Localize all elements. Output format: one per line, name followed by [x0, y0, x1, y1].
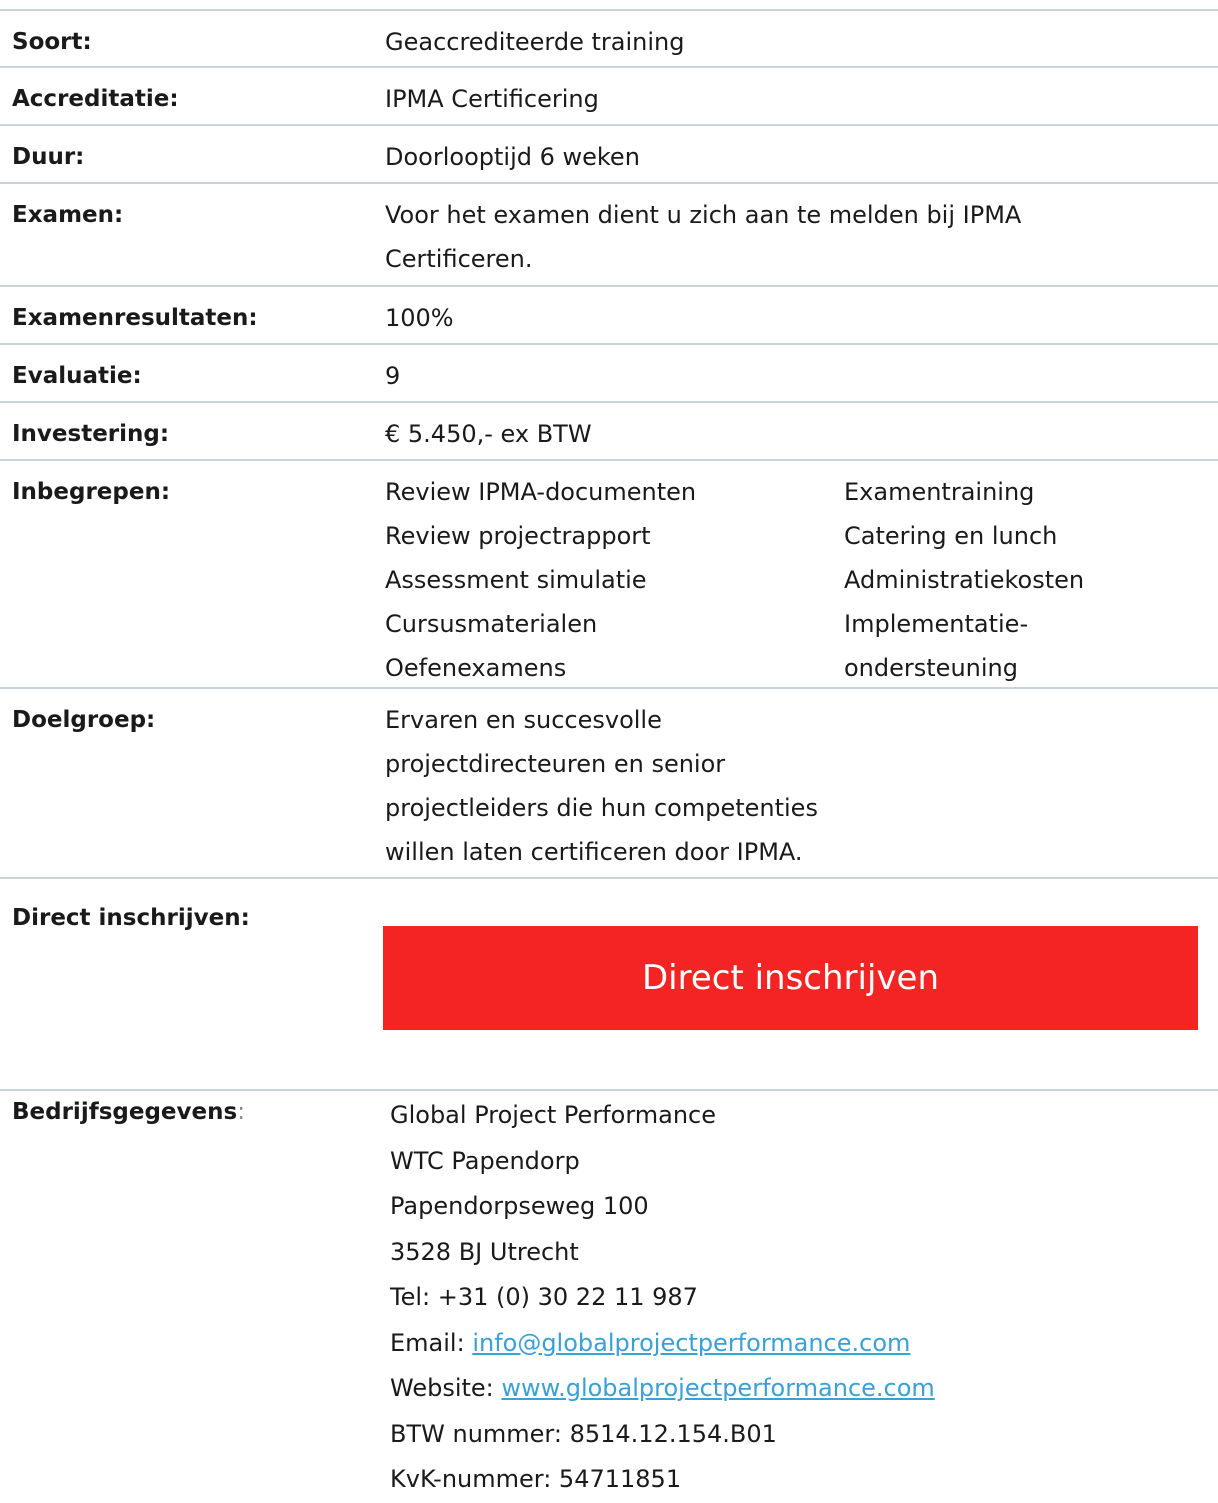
- value-line: Ervaren en succesvolle: [385, 706, 662, 734]
- direct-inschrijven-button[interactable]: Direct inschrijven: [383, 926, 1198, 1030]
- company-name: Global Project Performance: [390, 1101, 717, 1129]
- included-items: Review IPMA-documenten Review projectrap…: [373, 461, 1204, 687]
- company-btw: BTW nummer: 8514.12.154.B01: [390, 1419, 777, 1448]
- included-column-1: Review IPMA-documenten Review projectrap…: [385, 470, 844, 683]
- row-label: Evaluatie:: [12, 363, 142, 389]
- detail-row-inbegrepen: Inbegrepen: Review IPMA-documenten Revie…: [0, 461, 1218, 689]
- value-line: projectdirecteuren en senior: [385, 750, 726, 778]
- list-item: Review IPMA-documenten: [385, 478, 697, 506]
- value-line: Voor het examen dient u zich aan te meld…: [385, 201, 1022, 229]
- list-item: Catering en lunch: [844, 522, 1058, 550]
- value-line: willen laten certificeren door IPMA.: [385, 838, 803, 866]
- company-city: 3528 BJ Utrecht: [390, 1237, 579, 1266]
- company-website-line: Website: www.globalprojectperformance.co…: [390, 1366, 935, 1412]
- row-value: Doorlooptijd 6 weken: [385, 143, 640, 171]
- detail-row-doelgroep: Doelgroep: Ervaren en succesvolle projec…: [0, 689, 1218, 879]
- detail-row-examenresultaten: Examenresultaten: 100%: [0, 287, 1218, 345]
- row-label: Investering:: [12, 421, 170, 447]
- company-street: Papendorpseweg 100: [390, 1192, 649, 1220]
- list-item: Examentraining: [844, 478, 1035, 506]
- company-label-colon: :: [237, 1099, 245, 1125]
- section-divider: [0, 1089, 1218, 1091]
- detail-row-accreditatie: Accreditatie: IPMA Certificering: [0, 68, 1218, 126]
- detail-row-duur: Duur: Doorlooptijd 6 weken: [0, 126, 1218, 184]
- list-item: Cursusmaterialen: [385, 610, 598, 638]
- row-label: Soort:: [12, 29, 92, 55]
- company-email-line: Email: info@globalprojectperformance.com: [390, 1321, 935, 1367]
- list-item: Implementatie-: [844, 610, 1029, 638]
- row-value: 9: [385, 362, 401, 390]
- value-line: projectleiders die hun competenties: [385, 794, 818, 822]
- company-details: Global Project Performance WTC Papendorp…: [390, 1093, 935, 1503]
- row-label: Duur:: [12, 144, 85, 170]
- row-label: Inbegrepen:: [12, 479, 171, 505]
- list-item: ondersteuning: [844, 654, 1018, 682]
- list-item: Administratiekosten: [844, 566, 1085, 594]
- detail-row-investering: Investering: € 5.450,- ex BTW: [0, 403, 1218, 461]
- row-value: Voor het examen dient u zich aan te meld…: [373, 184, 1021, 285]
- included-column-2: Examentraining Catering en lunch Adminis…: [844, 470, 1204, 683]
- row-label: Accreditatie:: [12, 86, 179, 112]
- row-value: € 5.450,- ex BTW: [385, 420, 592, 448]
- company-label-text: Bedrijfsgegevens: [12, 1099, 238, 1125]
- value-line: Certificeren.: [385, 245, 533, 273]
- row-label: Examenresultaten:: [12, 305, 258, 331]
- email-link[interactable]: info@globalprojectperformance.com: [472, 1329, 910, 1357]
- website-link[interactable]: www.globalprojectperformance.com: [501, 1374, 934, 1402]
- direct-inschrijven-label: Direct inschrijven:: [12, 905, 250, 931]
- training-details-table: Soort: Geaccrediteerde training Accredit…: [0, 9, 1218, 879]
- website-prefix: Website:: [390, 1374, 502, 1402]
- company-kvk: KvK-nummer: 54711851: [390, 1465, 682, 1493]
- detail-row-soort: Soort: Geaccrediteerde training: [0, 11, 1218, 68]
- detail-row-evaluatie: Evaluatie: 9: [0, 345, 1218, 403]
- row-value: Geaccrediteerde training: [385, 28, 685, 56]
- detail-row-examen: Examen: Voor het examen dient u zich aan…: [0, 184, 1218, 287]
- list-item: Review projectrapport: [385, 522, 651, 550]
- row-value: Ervaren en succesvolle projectdirecteure…: [373, 689, 840, 877]
- company-phone: Tel: +31 (0) 30 22 11 987: [390, 1283, 698, 1311]
- list-item: Oefenexamens: [385, 654, 567, 682]
- company-details-label: Bedrijfsgegevens:: [12, 1095, 245, 1129]
- row-value: 100%: [385, 304, 454, 332]
- row-label: Doelgroep:: [12, 707, 156, 733]
- company-building: WTC Papendorp: [390, 1146, 580, 1175]
- row-label: Examen:: [12, 202, 124, 228]
- email-prefix: Email:: [390, 1328, 473, 1357]
- list-item: Assessment simulatie: [385, 566, 647, 594]
- button-label: Direct inschrijven: [641, 958, 940, 998]
- row-value: IPMA Certificering: [385, 85, 599, 113]
